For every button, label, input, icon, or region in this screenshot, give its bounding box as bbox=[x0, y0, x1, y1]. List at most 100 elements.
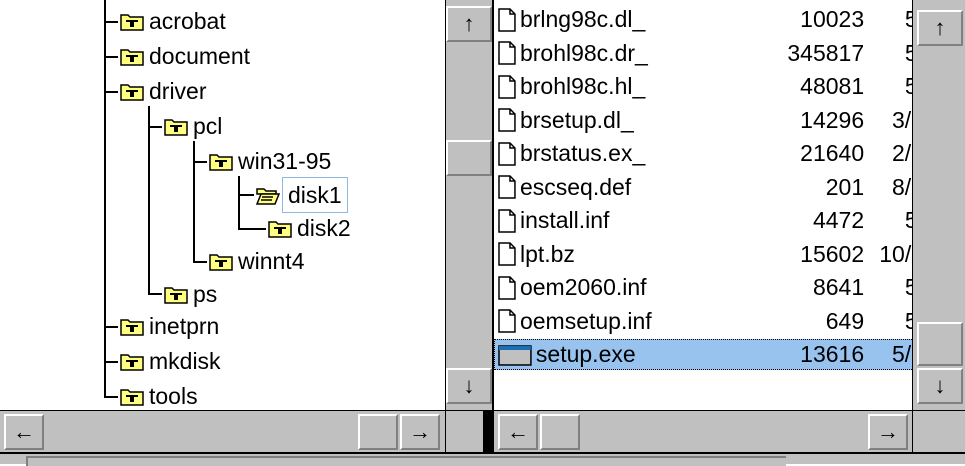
arrow-right-icon: → bbox=[877, 419, 899, 444]
scrollbar-corner bbox=[912, 410, 965, 452]
file-size: 10023 bbox=[800, 6, 865, 32]
scroll-right-button[interactable]: → bbox=[400, 414, 440, 450]
arrow-right-icon: → bbox=[409, 419, 431, 444]
tree-item-mkdisk[interactable]: mkdisk bbox=[120, 346, 221, 376]
tree-item-label: driver bbox=[149, 78, 207, 104]
folder-icon bbox=[164, 118, 188, 136]
document-icon bbox=[498, 309, 516, 333]
file-list-pane[interactable]: brlng98c.dl_ 10023 5/brohl98c.dr_ 345817 5/b… bbox=[494, 0, 912, 410]
file-date: 5/ bbox=[904, 39, 912, 66]
folder-icon bbox=[120, 83, 144, 101]
splitter-handle[interactable] bbox=[483, 410, 492, 452]
folder-icon bbox=[120, 13, 144, 31]
folder-icon bbox=[120, 353, 144, 371]
tree-item-ps[interactable]: ps bbox=[164, 279, 217, 309]
scroll-up-button[interactable]: ↑ bbox=[917, 10, 963, 46]
tree-item-label: mkdisk bbox=[149, 348, 221, 374]
tree-item-label: disk1 bbox=[282, 177, 348, 213]
tree-horizontal-scrollbar[interactable]: ← → bbox=[0, 410, 445, 452]
tree-connector bbox=[104, 56, 118, 58]
tree-connector bbox=[238, 176, 240, 230]
arrow-left-icon: ← bbox=[13, 419, 35, 444]
file-row[interactable]: oem2060.inf 8641 5/ bbox=[494, 272, 912, 303]
tree-item-label: winnt4 bbox=[238, 248, 305, 274]
tree-item-label: document bbox=[149, 43, 251, 69]
file-row[interactable]: oemsetup.inf 649 5/ bbox=[494, 306, 912, 337]
file-name: setup.exe bbox=[535, 341, 636, 367]
scroll-left-button[interactable]: ← bbox=[498, 414, 538, 450]
tree-item-win31-95[interactable]: win31-95 bbox=[209, 146, 331, 176]
file-vertical-scrollbar[interactable]: ↑ ↓ bbox=[912, 0, 965, 410]
scroll-down-button[interactable]: ↓ bbox=[917, 368, 963, 404]
file-row[interactable]: brsetup.dl_ 14296 3/3 bbox=[494, 105, 912, 136]
tree-item-tools[interactable]: tools bbox=[120, 381, 198, 411]
tree-item-acrobat[interactable]: acrobat bbox=[120, 6, 226, 36]
tree-connector bbox=[104, 326, 118, 328]
folder-icon bbox=[209, 153, 233, 171]
tree-item-winnt4[interactable]: winnt4 bbox=[209, 246, 304, 276]
file-horizontal-scrollbar[interactable]: ← → bbox=[494, 410, 912, 452]
document-icon bbox=[498, 175, 516, 199]
file-date: 5/ bbox=[904, 207, 912, 233]
file-name: brohl98c.dr_ bbox=[519, 39, 648, 66]
scroll-thumb[interactable] bbox=[358, 414, 398, 450]
scroll-left-button[interactable]: ← bbox=[4, 414, 44, 450]
file-name: brstatus.ex_ bbox=[519, 140, 646, 166]
folder-icon bbox=[120, 318, 144, 336]
file-size: 21640 bbox=[800, 140, 865, 166]
scrollbar-corner bbox=[445, 410, 483, 452]
scroll-thumb[interactable] bbox=[917, 322, 963, 366]
arrow-down-icon: ↓ bbox=[934, 373, 946, 398]
scroll-thumb[interactable] bbox=[540, 414, 580, 450]
file-row[interactable]: brohl98c.dr_ 345817 5/ bbox=[494, 38, 912, 69]
file-row[interactable]: escseq.def 201 8/2 bbox=[494, 172, 912, 203]
arrow-down-icon: ↓ bbox=[463, 373, 475, 398]
tree-item-disk2[interactable]: disk2 bbox=[268, 213, 351, 243]
tree-connector bbox=[104, 91, 118, 93]
tree-vertical-scrollbar[interactable]: ↑ ↓ bbox=[445, 0, 492, 410]
scroll-right-button[interactable]: → bbox=[868, 414, 908, 450]
tree-item-driver[interactable]: driver bbox=[120, 76, 207, 106]
tree-item-inetprn[interactable]: inetprn bbox=[120, 311, 219, 341]
open-folder-icon bbox=[256, 187, 280, 205]
file-row[interactable]: brohl98c.hl_ 48081 5/ bbox=[494, 71, 912, 102]
file-name: oem2060.inf bbox=[519, 274, 647, 300]
tree-connector bbox=[104, 21, 118, 23]
tree-connector bbox=[104, 396, 118, 398]
file-row[interactable]: setup.exe 13616 5/1 bbox=[494, 339, 912, 370]
file-size: 14296 bbox=[800, 106, 865, 133]
tree-item-pcl[interactable]: pcl bbox=[164, 111, 222, 141]
tree-connector bbox=[148, 106, 150, 295]
file-row[interactable]: brstatus.ex_ 21640 2/2 bbox=[494, 138, 912, 169]
file-size: 15602 bbox=[800, 240, 865, 267]
file-name: oemsetup.inf bbox=[519, 307, 652, 334]
document-icon bbox=[498, 108, 516, 132]
file-date: 10/1 bbox=[879, 240, 912, 267]
tree-item-disk1[interactable]: disk1 bbox=[256, 177, 348, 213]
application-icon bbox=[498, 344, 532, 366]
folder-tree-pane[interactable]: acrobat document driver pcl win31-95 dis… bbox=[0, 0, 445, 410]
file-row[interactable]: lpt.bz 15602 10/1 bbox=[494, 239, 912, 270]
file-date: 5/ bbox=[904, 274, 912, 300]
document-icon bbox=[498, 141, 516, 166]
document-icon bbox=[498, 208, 516, 233]
file-row[interactable]: brlng98c.dl_ 10023 5/ bbox=[494, 4, 912, 35]
tree-item-label: ps bbox=[193, 281, 218, 307]
file-size: 201 bbox=[825, 173, 865, 200]
tree-item-document[interactable]: document bbox=[120, 41, 250, 71]
file-size: 8641 bbox=[812, 274, 865, 300]
scroll-thumb[interactable] bbox=[446, 140, 492, 176]
file-date: 2/2 bbox=[892, 140, 912, 166]
file-size: 48081 bbox=[800, 73, 865, 99]
scroll-up-button[interactable]: ↑ bbox=[446, 6, 492, 42]
document-icon bbox=[498, 41, 516, 65]
scroll-down-button[interactable]: ↓ bbox=[446, 368, 492, 404]
file-row[interactable]: install.inf 4472 5/ bbox=[494, 205, 912, 236]
status-bar bbox=[0, 452, 965, 466]
tree-connector bbox=[148, 293, 162, 295]
tree-item-label: disk2 bbox=[297, 215, 351, 241]
file-name: install.inf bbox=[519, 207, 610, 233]
tree-item-label: win31-95 bbox=[238, 148, 332, 174]
file-size: 4472 bbox=[812, 207, 865, 233]
folder-icon bbox=[209, 253, 233, 271]
